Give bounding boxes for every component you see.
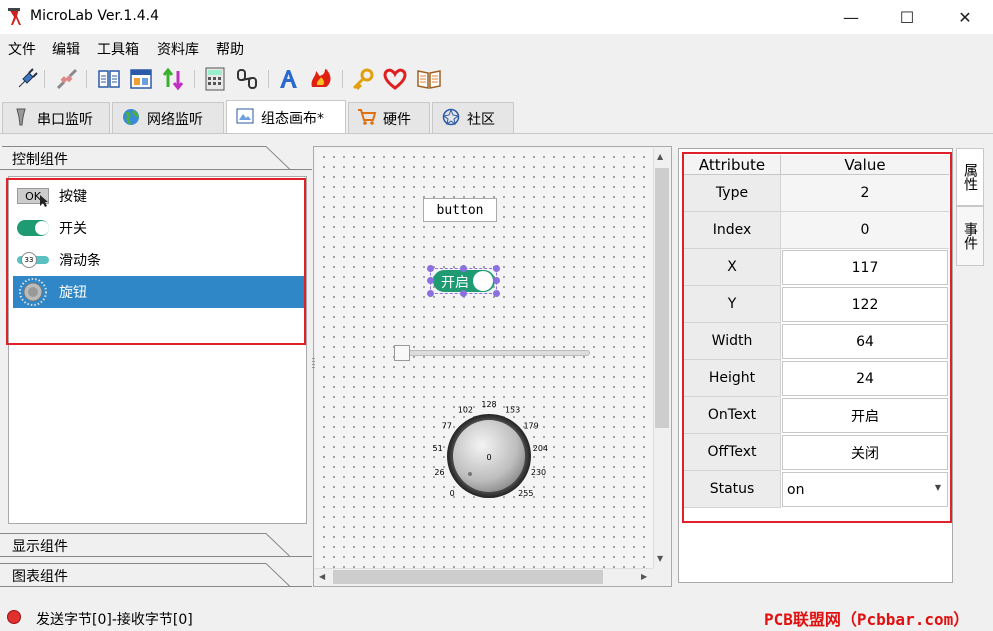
key-icon[interactable] <box>350 66 376 92</box>
side-tab-properties[interactable]: 属性 <box>956 148 984 206</box>
knob-tick-label: 230 <box>531 468 546 477</box>
knob-tick-label: 102 <box>458 406 473 415</box>
knob-tick-label: 255 <box>518 489 533 498</box>
scroll-down-icon: ▼ <box>657 554 664 563</box>
cart-icon <box>357 108 377 130</box>
chart-components-header[interactable]: 图表组件 <box>12 566 68 586</box>
highlight-box-components <box>6 178 306 345</box>
resize-handle[interactable] <box>493 265 500 272</box>
menu-help[interactable]: 帮助 <box>216 39 244 59</box>
close-icon: ✕ <box>958 7 972 27</box>
minimize-icon: — <box>843 7 859 27</box>
knob-tick-label: 153 <box>505 406 520 415</box>
knob-tick-label: 179 <box>523 421 538 430</box>
scroll-right-icon: ▶ <box>641 572 648 581</box>
tab-network-monitor[interactable]: 网络监听 <box>112 102 224 134</box>
menu-edit[interactable]: 编辑 <box>52 39 80 59</box>
scroll-up-icon: ▲ <box>657 152 664 161</box>
canvas-button-widget[interactable]: button <box>423 198 497 222</box>
switch-on-text: 开启 <box>441 275 469 291</box>
title-bar: MicroLab Ver.1.4.4 — ☐ ✕ <box>0 0 993 34</box>
knob-center-value: 0 <box>486 453 491 462</box>
tab-label: 组态画布* <box>261 110 324 127</box>
knob-tick-label: 128 <box>481 400 496 409</box>
menu-toolbox[interactable]: 工具箱 <box>97 39 139 59</box>
canvas-vertical-scrollbar[interactable]: ▲ ▼ <box>653 148 670 568</box>
resize-handle[interactable] <box>427 277 434 284</box>
tab-label: 串口监听 <box>37 111 93 128</box>
splitter-handle[interactable] <box>312 358 315 368</box>
knob-tick-label: 204 <box>533 444 548 453</box>
globe-icon <box>121 108 141 130</box>
status-text: 发送字节[0]-接收字节[0] <box>36 612 193 628</box>
connect-icon[interactable] <box>14 66 40 92</box>
split-view-icon[interactable] <box>96 66 122 92</box>
highlight-box-properties <box>682 152 952 523</box>
disconnect-icon[interactable] <box>54 66 80 92</box>
knob-tick-label: 0 <box>450 489 455 498</box>
tab-label: 硬件 <box>383 111 411 128</box>
tab-config-canvas[interactable]: 组态画布* <box>226 100 346 134</box>
menu-library[interactable]: 资料库 <box>157 39 199 59</box>
display-components-header[interactable]: 显示组件 <box>12 536 68 556</box>
resize-handle[interactable] <box>460 290 467 297</box>
probe-icon <box>11 108 31 130</box>
app-logo-icon <box>8 8 21 25</box>
resize-handle[interactable] <box>493 290 500 297</box>
calculator-icon[interactable] <box>202 66 228 92</box>
menu-bar: 文件 编辑 工具箱 资料库 帮助 <box>0 36 993 60</box>
scroll-thumb[interactable] <box>655 168 669 428</box>
tab-label: 社区 <box>467 111 495 128</box>
watermark: PCB联盟网（Pcbbar.com） <box>764 610 970 629</box>
resize-handle[interactable] <box>493 277 500 284</box>
tab-label: 网络监听 <box>147 111 203 128</box>
connection-status-icon <box>7 610 21 624</box>
minimize-button[interactable]: — <box>824 0 878 34</box>
link-icon[interactable] <box>234 66 260 92</box>
close-button[interactable]: ✕ <box>938 0 992 34</box>
heart-icon[interactable] <box>382 66 408 92</box>
control-components-header[interactable]: 控制组件 <box>12 149 68 169</box>
flame-icon[interactable] <box>308 66 334 92</box>
scroll-thumb[interactable] <box>333 570 603 584</box>
side-tab-events[interactable]: 事件 <box>956 206 984 266</box>
switch-thumb <box>473 271 493 291</box>
knob-tick-label: 77 <box>442 421 452 430</box>
layout-icon[interactable] <box>128 66 154 92</box>
maximize-button[interactable]: ☐ <box>880 0 934 34</box>
toolbar <box>0 62 993 96</box>
resize-handle[interactable] <box>427 290 434 297</box>
tab-community[interactable]: 社区 <box>432 102 514 134</box>
canvas-slider-track[interactable] <box>405 350 590 356</box>
tab-hardware[interactable]: 硬件 <box>348 102 430 134</box>
window-title: MicroLab Ver.1.4.4 <box>30 8 160 24</box>
community-icon <box>441 108 461 130</box>
menu-file[interactable]: 文件 <box>8 39 36 59</box>
canvas-switch-widget[interactable]: 开启 <box>433 270 495 292</box>
sort-icon[interactable] <box>160 66 186 92</box>
scroll-left-icon: ◀ <box>319 572 326 581</box>
knob-tick-label: 26 <box>434 468 444 477</box>
tab-serial-monitor[interactable]: 串口监听 <box>2 102 110 134</box>
canvas-knob-widget[interactable]: 0 0 26 51 77 102 128 153179 204 230 255 <box>420 392 560 512</box>
knob-tick-label: 51 <box>433 444 443 453</box>
resize-handle[interactable] <box>427 265 434 272</box>
canvas-icon <box>235 108 255 128</box>
font-icon[interactable] <box>276 66 302 92</box>
canvas-slider-thumb[interactable] <box>394 345 410 361</box>
canvas-horizontal-scrollbar[interactable]: ◀ ▶ <box>315 568 653 585</box>
resize-handle[interactable] <box>460 265 467 272</box>
maximize-icon: ☐ <box>899 7 915 27</box>
main-tabs: 串口监听 网络监听 组态画布* 硬件 社区 <box>0 100 993 134</box>
book-icon[interactable] <box>416 66 442 92</box>
